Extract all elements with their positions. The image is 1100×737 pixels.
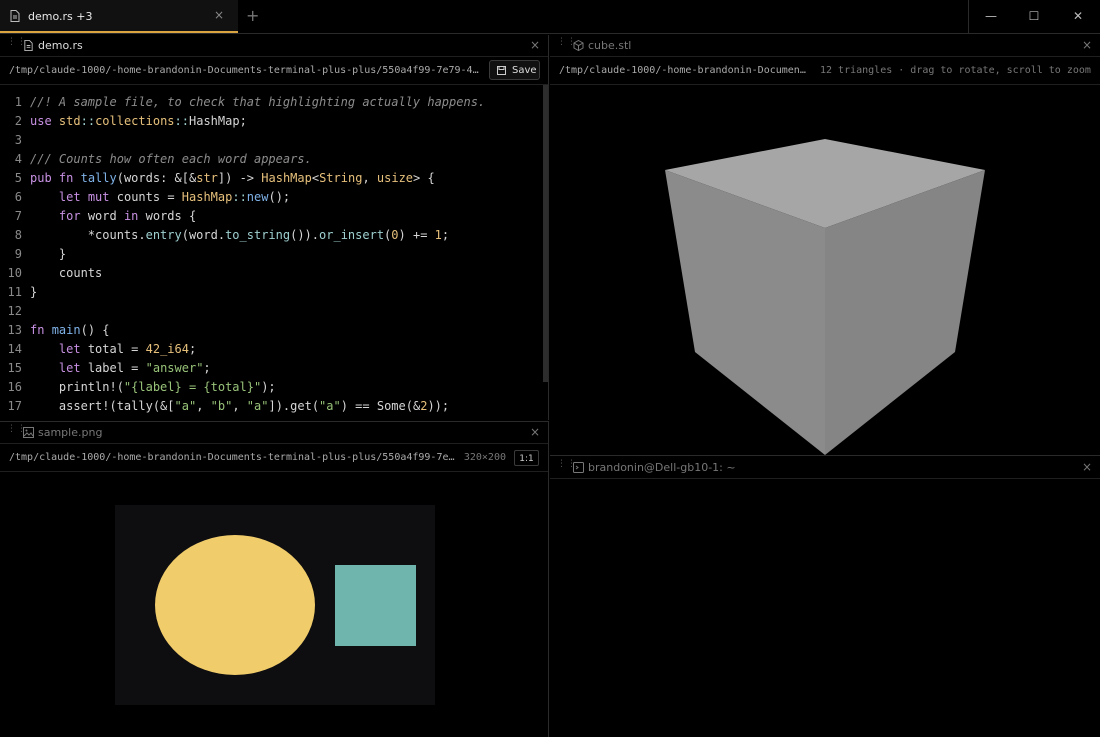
image-pane: ⋮⋮ sample.png × /tmp/claude-1000/-home-b… xyxy=(0,421,549,737)
code-line: 6 let mut counts = HashMap::new(); xyxy=(14,190,291,204)
code-line: 9 } xyxy=(14,247,67,261)
grip-icon[interactable]: ⋮⋮ xyxy=(7,425,26,437)
code-line: 14 let total = 42_i64; xyxy=(7,342,197,356)
code-line: 4/// Counts how often each word appears. xyxy=(14,152,312,166)
tab-close-icon[interactable]: × xyxy=(214,8,224,22)
terminal-icon xyxy=(573,462,584,473)
code-line: 11} xyxy=(7,285,38,299)
path-bar: /tmp/claude-1000/-home-brandonin-Documen… xyxy=(0,444,548,472)
scrollbar[interactable] xyxy=(543,85,548,382)
path-bar: /tmp/claude-1000/-home-brandonin-Documen… xyxy=(550,57,1100,85)
minimize-button[interactable]: — xyxy=(968,0,1013,33)
cube-icon xyxy=(573,40,584,51)
file-path: /tmp/claude-1000/-home-brandonin-Documen… xyxy=(9,65,479,76)
pane-title: brandonin@Dell-gb10-1: ~ xyxy=(588,461,736,474)
file-path: /tmp/claude-1000/-home-brandonin-Documen… xyxy=(559,65,811,76)
model-viewer-pane: ⋮⋮ cube.stl × /tmp/claude-1000/-home-bra… xyxy=(550,35,1100,456)
code-line: 13 fn main() { xyxy=(7,323,110,337)
save-button[interactable]: Save xyxy=(489,60,540,80)
code-line: 8 *counts.entry(word.to_string()).or_ins… xyxy=(14,228,450,242)
file-path: /tmp/claude-1000/-home-brandonin-Documen… xyxy=(9,452,455,463)
model-hint: 12 triangles · drag to rotate, scroll to… xyxy=(820,65,1091,76)
code-line: 7 for word in words { xyxy=(14,209,197,223)
close-icon[interactable]: × xyxy=(530,38,540,52)
close-icon[interactable]: × xyxy=(530,425,540,439)
code-line: 1//! A sample file, to check that highli… xyxy=(14,95,486,109)
close-window-button[interactable]: ✕ xyxy=(1056,0,1100,33)
pane-header: ⋮⋮ sample.png × xyxy=(0,422,548,444)
code-line: 17 assert!(tally(&["a", "b", "a"]).get("… xyxy=(7,399,450,413)
ellipse-shape xyxy=(155,535,315,675)
title-bar: demo.rs +3 × + — ☐ ✕ xyxy=(0,0,1100,34)
image-icon xyxy=(23,427,34,438)
file-icon xyxy=(10,10,20,22)
code-line: 16 println!("{label} = {total}"); xyxy=(7,380,276,394)
image-preview xyxy=(115,505,435,705)
pane-header: ⋮⋮ brandonin@Dell-gb10-1: ~ × xyxy=(550,457,1100,479)
code-editor[interactable]: 1//! A sample file, to check that highli… xyxy=(0,85,548,420)
grip-icon[interactable]: ⋮⋮ xyxy=(557,38,576,50)
tab-label: demo.rs +3 xyxy=(28,10,93,23)
grip-icon[interactable]: ⋮⋮ xyxy=(7,38,26,50)
code-line: 3 xyxy=(14,133,22,147)
pane-title: cube.stl xyxy=(588,39,632,52)
path-bar: /tmp/claude-1000/-home-brandonin-Documen… xyxy=(0,57,548,85)
file-icon xyxy=(24,40,33,51)
pane-title: sample.png xyxy=(38,426,103,439)
code-line: 15 let label = "answer"; xyxy=(7,361,211,375)
new-tab-button[interactable]: + xyxy=(246,6,259,25)
close-icon[interactable]: × xyxy=(1082,38,1092,52)
zoom-actual-size-button[interactable]: 1:1 xyxy=(514,450,539,466)
pane-title: demo.rs xyxy=(38,39,83,52)
code-line: 5 pub fn tally(words: &[&str]) -> HashMap… xyxy=(14,171,435,185)
save-label: Save xyxy=(512,65,537,76)
maximize-button[interactable]: ☐ xyxy=(1012,0,1056,33)
code-line: 12 xyxy=(7,304,22,318)
code-line: 10 counts xyxy=(7,266,103,280)
pane-header: ⋮⋮ cube.stl × xyxy=(550,35,1100,57)
tab-demo-rs[interactable]: demo.rs +3 × xyxy=(0,0,238,33)
editor-pane: ⋮⋮ demo.rs × /tmp/claude-1000/-home-bran… xyxy=(0,35,549,420)
close-icon[interactable]: × xyxy=(1082,460,1092,474)
cube-3d-view[interactable] xyxy=(550,85,1100,455)
square-shape xyxy=(335,565,416,646)
code-line: 2 use std::collections::HashMap; xyxy=(14,114,247,128)
grip-icon[interactable]: ⋮⋮ xyxy=(557,460,576,472)
terminal-pane[interactable]: ⋮⋮ brandonin@Dell-gb10-1: ~ × xyxy=(550,457,1100,737)
image-dimensions: 320×200 xyxy=(463,452,506,463)
pane-header: ⋮⋮ demo.rs × xyxy=(0,35,548,57)
save-icon xyxy=(497,66,506,75)
